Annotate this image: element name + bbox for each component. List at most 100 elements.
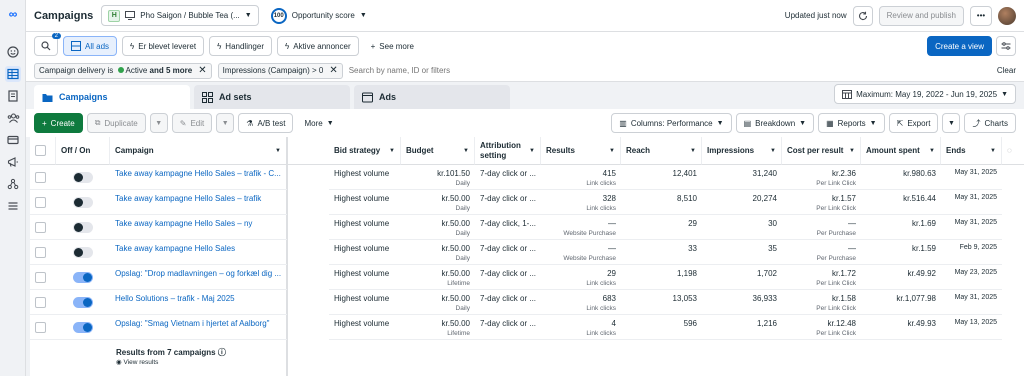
view-results-link[interactable]: ◉ View results	[116, 358, 158, 366]
header-label: Bid strategy	[334, 146, 381, 155]
eye-icon: ◉	[116, 359, 122, 366]
tab-ads[interactable]: Ads	[354, 85, 510, 109]
campaign-name-link[interactable]: Opslag: "Smag Vietnam i hjertet af Aalbo…	[115, 319, 270, 328]
header-campaign[interactable]: Campaign ▼	[110, 137, 287, 165]
more-button[interactable]: More ▼	[297, 113, 341, 133]
row-select-cell	[30, 265, 56, 290]
opportunity-score[interactable]: 100 Opportunity score ▼	[270, 7, 367, 24]
header-amount-spent[interactable]: Amount spent ▼	[861, 137, 941, 165]
cell-impressions: 35	[702, 240, 782, 265]
campaign-toggle[interactable]	[73, 172, 93, 183]
row-toggle-cell	[56, 165, 110, 190]
filter-chip-delivery[interactable]: Campaign delivery is Active and 5 more ✕	[34, 62, 212, 79]
duplicate-button[interactable]: ⧉ Duplicate	[86, 113, 146, 133]
review-publish-button[interactable]: Review and publish	[878, 5, 964, 26]
campaign-toggle[interactable]	[73, 247, 93, 258]
quick-filter-all-ads[interactable]: All ads	[63, 36, 118, 56]
breakdown-button[interactable]: ▤ Breakdown ▼	[735, 113, 815, 133]
opportunity-score-icon: 100	[270, 7, 287, 24]
charts-button[interactable]: ⤴ Charts	[964, 113, 1016, 133]
info-icon[interactable]: ⓘ	[218, 348, 226, 357]
header-settings[interactable]: ◌	[1002, 137, 1024, 165]
tab-ad-sets[interactable]: Ad sets	[194, 85, 350, 109]
header-attribution[interactable]: Attribution setting ▼	[475, 137, 541, 165]
active-status-dot	[117, 67, 124, 73]
page-title: Campaigns	[34, 9, 94, 22]
table-icon[interactable]	[5, 66, 21, 82]
cell-cpr: kr.1.58 Per Link Click	[782, 290, 861, 315]
reports-button[interactable]: ▦ Reports ▼	[818, 113, 885, 133]
create-view-button[interactable]: Create a view	[927, 36, 992, 56]
campaign-name-link[interactable]: Hello Solutions – trafik - Maj 2025	[115, 294, 235, 303]
campaign-toggle[interactable]	[73, 297, 93, 308]
header-budget[interactable]: Budget ▼	[401, 137, 475, 165]
row-checkbox[interactable]	[35, 272, 46, 283]
row-checkbox[interactable]	[35, 297, 46, 308]
header-reach[interactable]: Reach ▼	[621, 137, 702, 165]
quick-filter-delivered[interactable]: ϟ Er blevet leveret	[122, 36, 205, 56]
export-button[interactable]: ⇱ Export	[888, 113, 939, 133]
cell-value: kr.50.00	[441, 269, 470, 278]
header-impressions[interactable]: Impressions ▼	[702, 137, 782, 165]
date-range-picker[interactable]: Maximum: May 19, 2022 - Jun 19, 2025 ▼	[834, 84, 1016, 104]
see-more-button[interactable]: + See more	[363, 36, 421, 56]
tab-campaigns[interactable]: Campaigns	[34, 85, 190, 109]
clear-filters-button[interactable]: Clear	[997, 66, 1016, 75]
cell-value: 7-day click or ...	[480, 319, 537, 328]
edit-dropdown[interactable]: ▼	[216, 113, 235, 133]
campaign-name-link[interactable]: Take away kampagne Hello Sales – trafik …	[115, 169, 281, 178]
campaign-toggle[interactable]	[73, 272, 93, 283]
header-cost-per-result[interactable]: Cost per result ▼	[782, 137, 861, 165]
export-dropdown[interactable]: ▼	[942, 113, 961, 133]
smiley-icon[interactable]	[5, 44, 21, 60]
ab-test-button[interactable]: ⚗ A/B test	[238, 113, 294, 133]
quick-filter-active-ads[interactable]: ϟ Aktive annoncer	[277, 36, 359, 56]
campaign-toggle[interactable]	[73, 197, 93, 208]
quick-filter-actions[interactable]: ϟ Handlinger	[209, 36, 272, 56]
menu-icon[interactable]	[5, 198, 21, 214]
create-button[interactable]: + Create	[34, 113, 83, 133]
refresh-button[interactable]	[852, 5, 873, 26]
cell-budget: kr.50.00 Daily	[401, 215, 475, 240]
header-bid-strategy[interactable]: Bid strategy ▼	[329, 137, 401, 165]
network-icon[interactable]	[5, 176, 21, 192]
search-button[interactable]: 2	[34, 33, 61, 56]
account-selector[interactable]: H Pho Saigon / Bubble Tea (... ▼	[101, 5, 259, 26]
select-all-checkbox[interactable]	[35, 145, 46, 156]
pages-icon[interactable]	[5, 88, 21, 104]
audience-icon[interactable]	[5, 110, 21, 126]
reports-icon: ▦	[826, 118, 834, 128]
cell-attribution: 7-day click or ...	[475, 165, 541, 190]
close-icon[interactable]: ✕	[198, 65, 206, 76]
row-checkbox[interactable]	[35, 247, 46, 258]
avatar[interactable]	[998, 6, 1016, 25]
edit-button[interactable]: ✎ Edit	[171, 113, 213, 133]
campaign-name-link[interactable]: Take away kampagne Hello Sales – trafik	[115, 194, 261, 203]
campaign-toggle[interactable]	[73, 222, 93, 233]
meta-logo-icon[interactable]: ∞	[5, 6, 21, 22]
close-icon[interactable]: ✕	[329, 65, 337, 76]
header-results[interactable]: Results ▼	[541, 137, 621, 165]
more-options-button[interactable]: •••	[970, 5, 992, 26]
row-checkbox[interactable]	[35, 172, 46, 183]
refresh-icon	[858, 11, 867, 20]
megaphone-icon[interactable]	[5, 154, 21, 170]
header-label: Reach	[626, 146, 651, 155]
campaign-toggle[interactable]	[73, 322, 93, 333]
duplicate-dropdown[interactable]: ▼	[149, 113, 168, 133]
campaign-name-link[interactable]: Opslag: "Drop madlavningen – og forkæl d…	[115, 269, 281, 278]
row-checkbox[interactable]	[35, 197, 46, 208]
filter-chip-impressions[interactable]: Impressions (Campaign) > 0 ✕	[217, 62, 343, 79]
billing-icon[interactable]	[5, 132, 21, 148]
campaign-name-link[interactable]: Take away kampagne Hello Sales	[115, 244, 235, 253]
view-settings-button[interactable]	[996, 36, 1016, 56]
row-checkbox[interactable]	[35, 322, 46, 333]
cell-value: May 31, 2025	[954, 169, 997, 176]
filter-search-input[interactable]	[348, 66, 649, 75]
cell-attribution: 7-day click, 1-...	[475, 215, 541, 240]
cell-value: Highest volume	[334, 294, 390, 303]
campaign-name-link[interactable]: Take away kampagne Hello Sales – ny	[115, 219, 252, 228]
header-ends[interactable]: Ends ▼	[941, 137, 1002, 165]
columns-button[interactable]: ▥ Columns: Performance ▼	[611, 113, 732, 133]
row-checkbox[interactable]	[35, 222, 46, 233]
